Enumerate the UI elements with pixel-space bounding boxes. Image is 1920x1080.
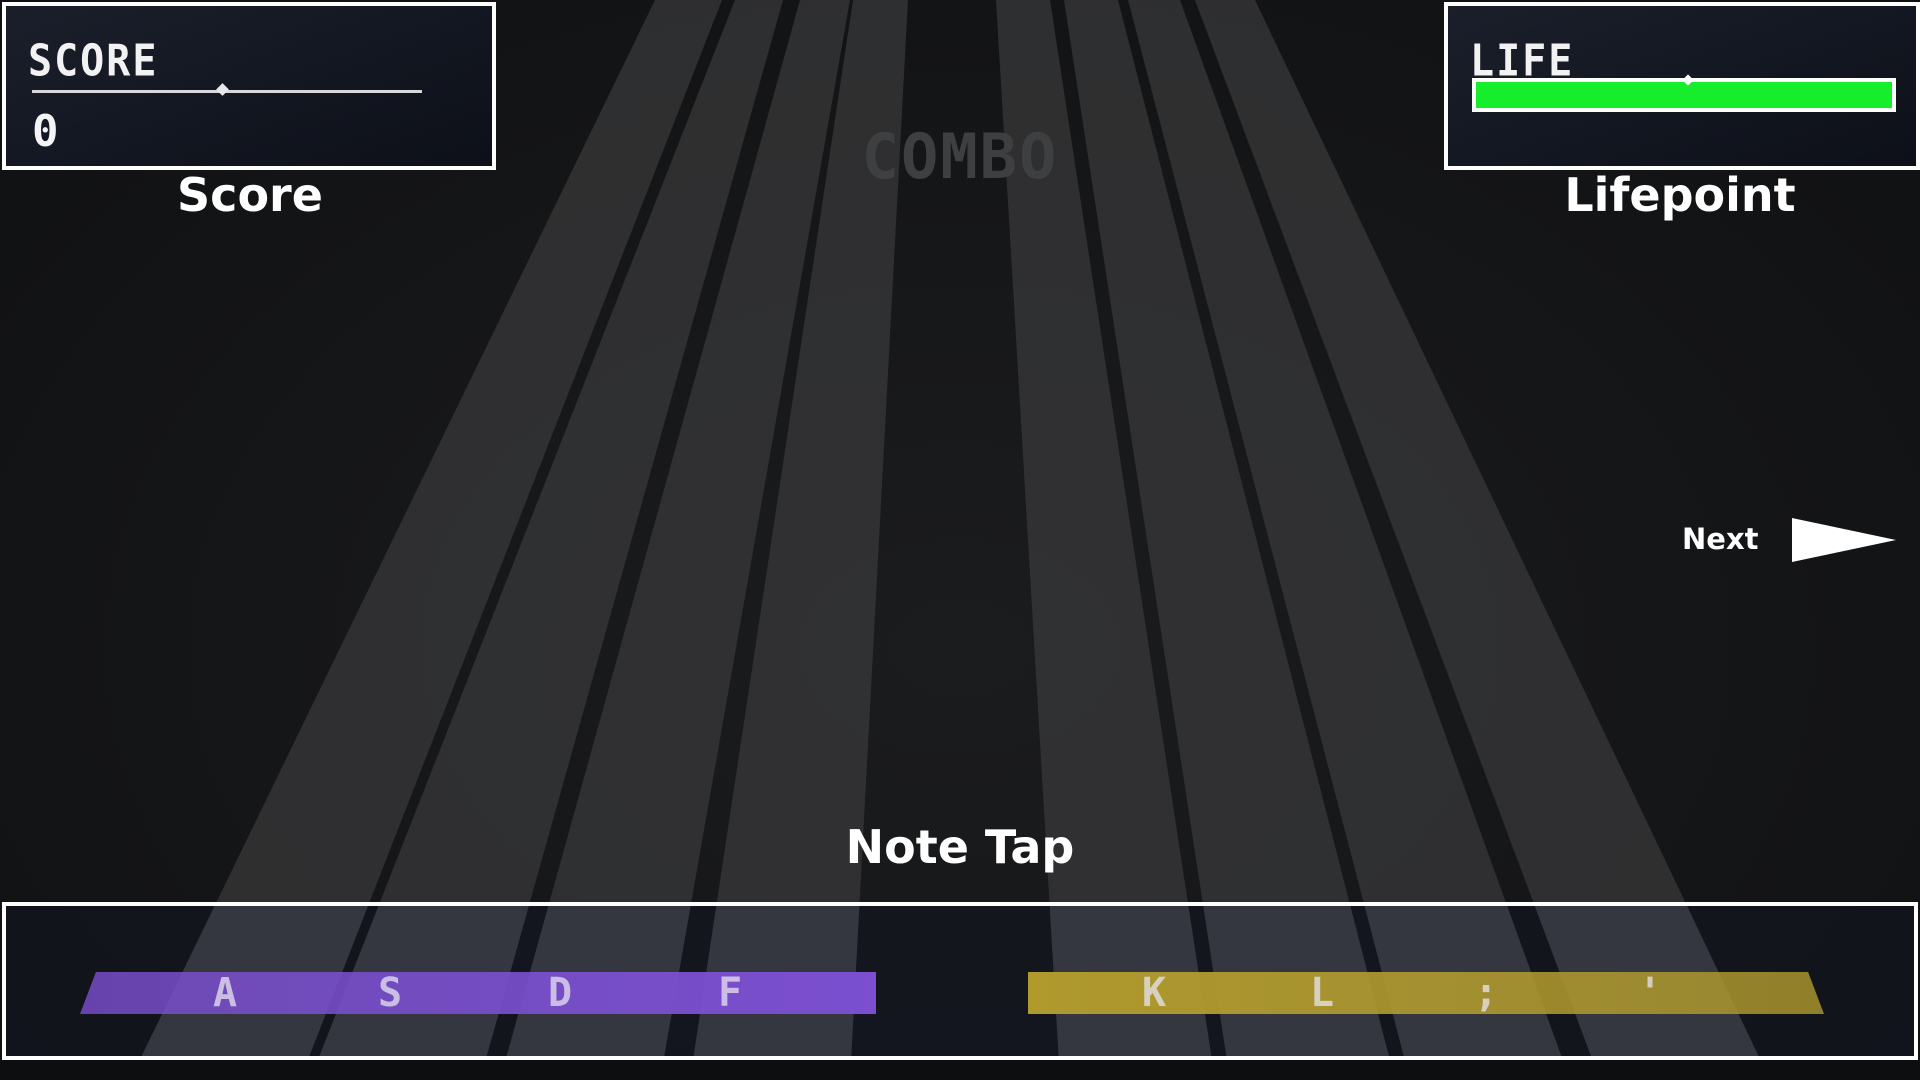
score-panel: SCORE 0 <box>2 2 496 170</box>
score-title: SCORE <box>28 35 159 87</box>
key-d[interactable]: D <box>530 972 590 1014</box>
key-a[interactable]: A <box>195 972 255 1014</box>
key-s[interactable]: S <box>360 972 420 1014</box>
bottom-strip <box>0 1060 1920 1080</box>
next-button[interactable]: Next <box>1670 510 1910 570</box>
next-label: Next <box>1682 522 1759 556</box>
score-divider-marker <box>216 83 229 96</box>
life-bar-fill <box>1476 82 1892 108</box>
life-bar <box>1472 78 1896 112</box>
key-apostrophe[interactable]: ' <box>1620 972 1680 1014</box>
note-tap-caption: Note Tap <box>845 820 1075 874</box>
combo-label: COMBO <box>861 120 1059 193</box>
key-l[interactable]: L <box>1292 972 1352 1014</box>
game-stage: COMBO SCORE 0 Score LIFE Lifepoint Next … <box>0 0 1920 1080</box>
score-value: 0 <box>32 106 59 157</box>
play-arrow-icon <box>1792 518 1896 562</box>
life-panel: LIFE <box>1444 2 1920 170</box>
lifepoint-caption: Lifepoint <box>1564 168 1796 222</box>
key-k[interactable]: K <box>1124 972 1184 1014</box>
score-caption: Score <box>177 168 323 222</box>
key-f[interactable]: F <box>700 972 760 1014</box>
key-semicolon[interactable]: ; <box>1456 972 1516 1014</box>
